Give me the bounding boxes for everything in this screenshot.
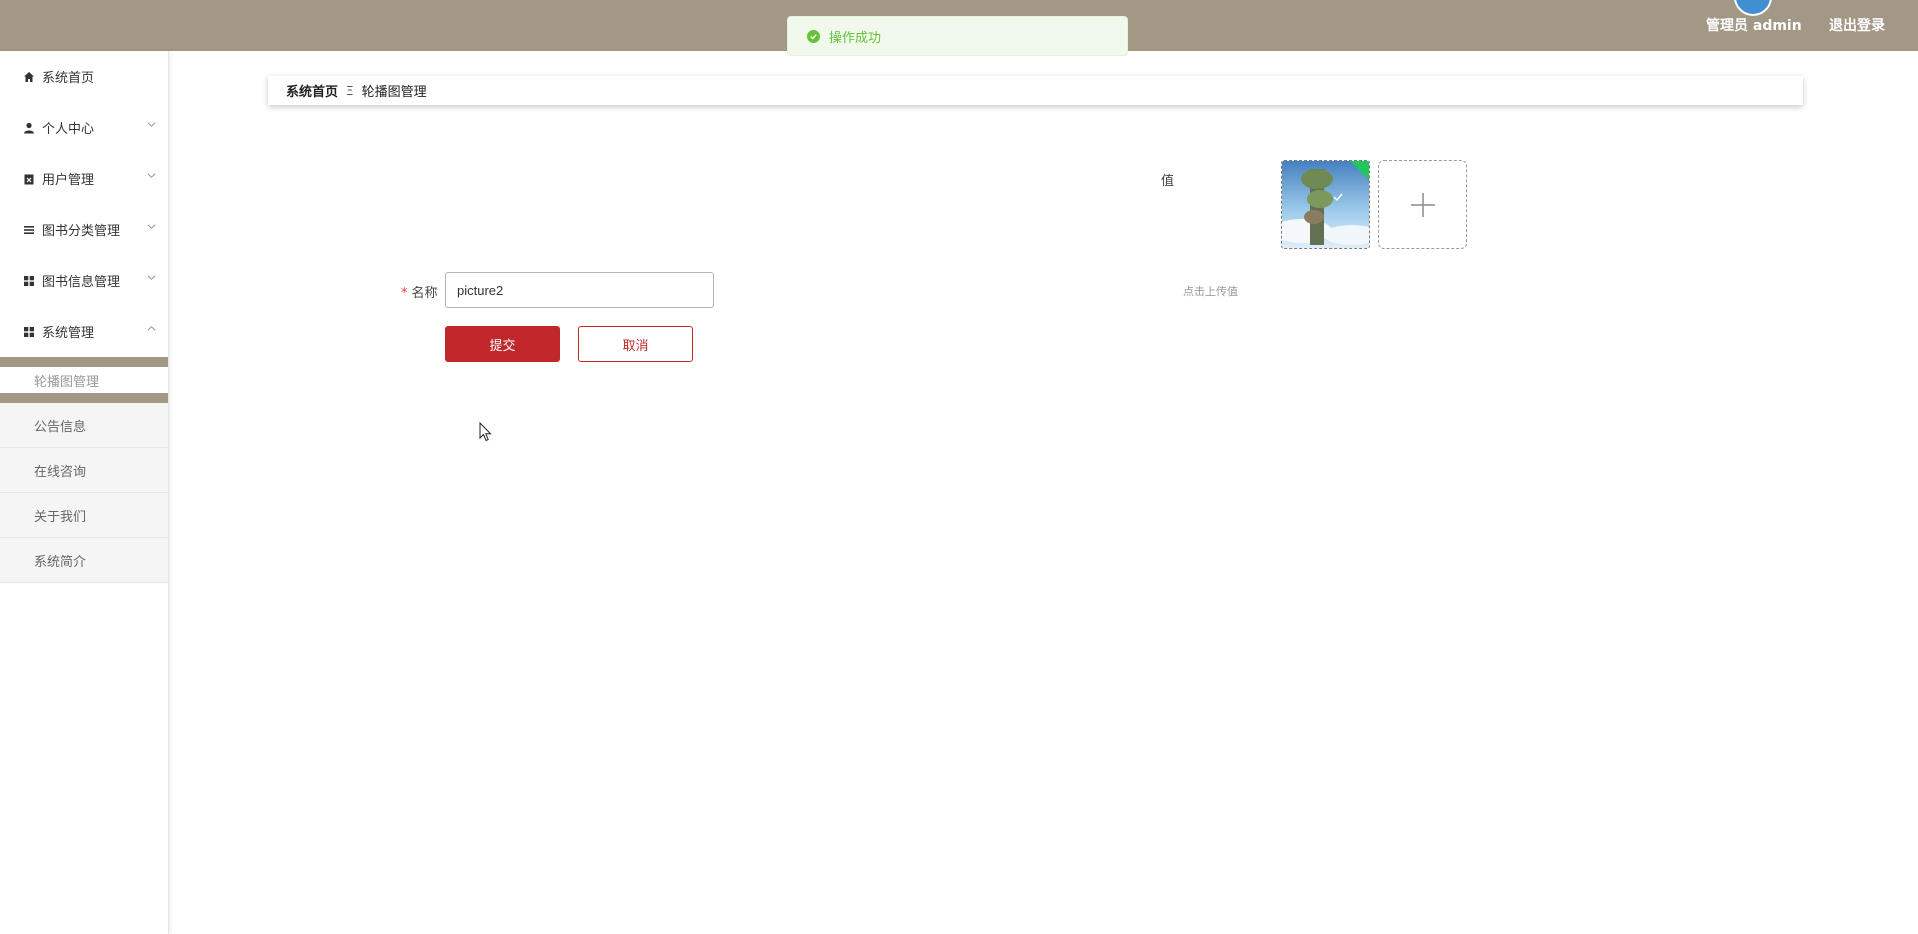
sidebar-item-home[interactable]: 系统首页 (0, 51, 168, 102)
avatar[interactable] (1734, 0, 1772, 16)
name-input[interactable] (445, 272, 714, 308)
sidebar-item-label: 个人中心 (42, 122, 95, 137)
sidebar-item-label: 系统首页 (42, 71, 95, 86)
upload-button[interactable] (1378, 160, 1467, 249)
sidebar: 系统首页 个人中心 用户管理 图书分类管理 图书信息管理 系统管理 轮播图管理 … (0, 51, 169, 934)
sidebar-item-online-consult[interactable]: 在线咨询 (0, 448, 168, 493)
cancel-button[interactable]: 取消 (578, 326, 693, 362)
name-label: * 名称 (401, 282, 438, 301)
sidebar-item-book-info[interactable]: 图书信息管理 (0, 255, 168, 306)
chevron-up-icon (147, 326, 156, 331)
breadcrumb-separator: Ξ (346, 83, 354, 98)
chevron-down-icon (147, 224, 156, 229)
upload-hint: 点击上传值 (1183, 285, 1238, 298)
chevron-down-icon (147, 275, 156, 280)
sidebar-item-user-management[interactable]: 用户管理 (0, 153, 168, 204)
sidebar-item-book-category[interactable]: 图书分类管理 (0, 204, 168, 255)
plus-icon (1410, 192, 1435, 217)
sidebar-item-label: 系统管理 (42, 326, 95, 341)
sidebar-item-personal-center[interactable]: 个人中心 (0, 102, 168, 153)
uploaded-image (1282, 161, 1369, 248)
sidebar-item-system-management[interactable]: 系统管理 (0, 306, 168, 357)
list-icon (23, 224, 35, 236)
clipboard-icon (23, 173, 35, 185)
breadcrumb-home[interactable]: 系统首页 (286, 81, 338, 100)
sidebar-item-label: 图书分类管理 (42, 224, 121, 239)
grid-icon (23, 326, 35, 338)
uploaded-image-thumbnail[interactable] (1281, 160, 1370, 249)
sidebar-item-about-us[interactable]: 关于我们 (0, 493, 168, 538)
sidebar-item-notice[interactable]: 公告信息 (0, 403, 168, 448)
required-asterisk: * (401, 286, 408, 301)
breadcrumb: 系统首页 Ξ 轮播图管理 (268, 76, 1803, 105)
home-icon (23, 71, 35, 83)
sidebar-item-carousel[interactable]: 轮播图管理 (0, 357, 168, 403)
submit-button[interactable]: 提交 (445, 326, 560, 362)
value-label: 值 (1161, 174, 1175, 189)
mouse-cursor-icon (479, 422, 492, 442)
user-icon (23, 122, 35, 134)
chevron-down-icon (147, 173, 156, 178)
system-management-submenu: 轮播图管理 公告信息 在线咨询 关于我们 系统简介 (0, 357, 168, 583)
chevron-down-icon (147, 122, 156, 127)
sidebar-item-label: 用户管理 (42, 173, 95, 188)
sidebar-item-label: 图书信息管理 (42, 275, 121, 290)
check-circle-icon (807, 29, 820, 43)
logout-button[interactable]: 退出登录 (1829, 15, 1885, 35)
admin-label: 管理员 admin (1706, 18, 1802, 34)
success-toast: 操作成功 (787, 16, 1128, 56)
toast-message: 操作成功 (829, 30, 882, 46)
name-label-text: 名称 (411, 286, 438, 301)
sidebar-item-system-intro[interactable]: 系统简介 (0, 538, 168, 583)
grid-icon (23, 275, 35, 287)
breadcrumb-current: 轮播图管理 (361, 85, 427, 100)
